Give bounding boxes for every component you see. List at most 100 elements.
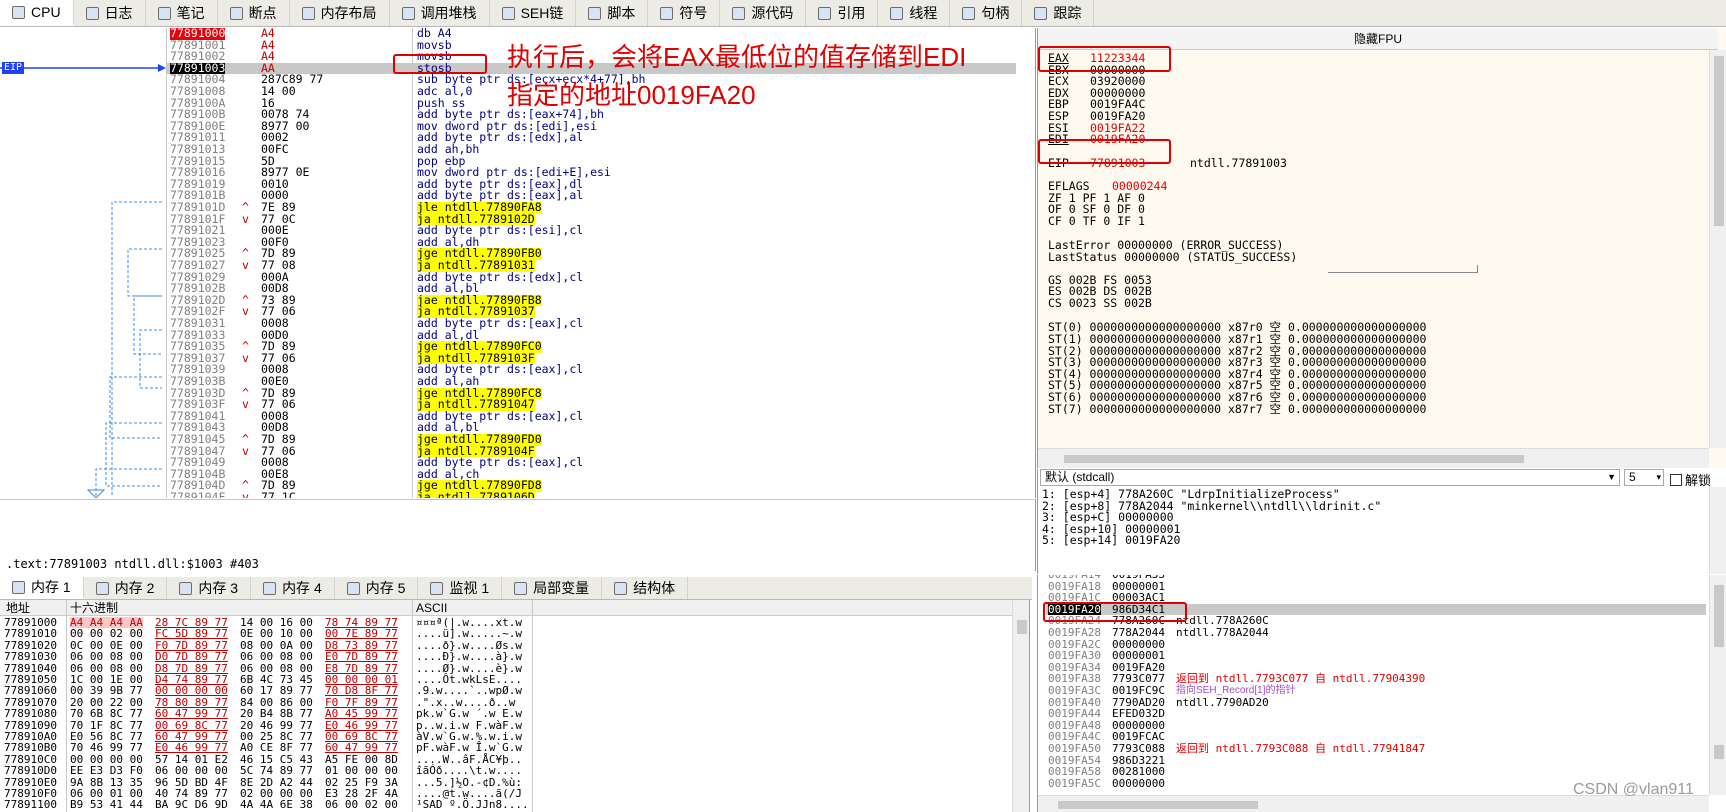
last-status: LastStatus 00000000 (STATUS_SUCCESS): [1048, 249, 1298, 264]
cpu-icon: [12, 5, 25, 19]
disasm-row[interactable]: 77891039 0008 add byte ptr ds:[eax],cl: [166, 364, 1016, 376]
memory-row[interactable]: 77891100 B9 53 41 44 BA 9C D6 9D 4A 4A 6E 3…: [0, 798, 1010, 812]
tab-top_tabs-3[interactable]: 断点: [218, 0, 290, 26]
param-count-spinner[interactable]: 5 ▾: [1624, 469, 1664, 486]
disasm-row[interactable]: 77891011 0002 add byte ptr ds:[edx],al: [166, 132, 1016, 144]
memory-hex-group: 4A 4A 6E 38: [240, 798, 313, 812]
disasm-row[interactable]: 77891019 0010 add byte ptr ds:[eax],dl: [166, 178, 1016, 191]
stack-address: 0019FA5C: [1048, 776, 1101, 790]
tab-top_tabs-2[interactable]: 笔记: [146, 0, 218, 26]
stack-top-highlight-box: [1043, 602, 1187, 622]
tab-label: 内存 1: [31, 579, 71, 595]
stack-address: 0019FA28: [1048, 626, 1101, 639]
symbols-icon: [660, 6, 674, 20]
tab-top_tabs-0[interactable]: CPU: [0, 0, 74, 26]
tab-mem_tabs-7[interactable]: 结构体: [602, 577, 689, 599]
disasm-row[interactable]: 77891000 A4 db A4: [166, 28, 1016, 40]
regs-h-scrollbar[interactable]: [1038, 448, 1709, 468]
tab-label: 局部变量: [533, 580, 590, 596]
tab-mem_tabs-4[interactable]: 内存 5: [335, 577, 419, 599]
seh-icon: [501, 6, 515, 20]
tab-mem_tabs-1[interactable]: 内存 2: [84, 577, 168, 599]
watermark: CSDN @vlan911: [1573, 781, 1694, 798]
tab-top_tabs-13[interactable]: 跟踪: [1022, 0, 1095, 26]
memory-hex-group: 06 00 08 00: [240, 650, 313, 664]
header-address: 地址: [6, 601, 31, 615]
tab-top_tabs-7[interactable]: 脚本: [576, 0, 649, 26]
memory-v-scrollbar[interactable]: [1012, 600, 1029, 812]
tab-label: 源代码: [751, 5, 794, 21]
disasm-row[interactable]: 7789101F v 77 0C ja ntdll.7789102D: [166, 211, 1016, 226]
register-eflags[interactable]: EFLAGS 00000244: [1048, 180, 1167, 192]
tab-label: 脚本: [607, 5, 636, 21]
tab-mem_tabs-5[interactable]: 监视 1: [418, 577, 503, 599]
disasm-row[interactable]: 7789104F v 77 1C ja ntdll.7789106D: [166, 490, 1016, 498]
tab-label: 内存 3: [198, 580, 239, 596]
disassembly-pane[interactable]: EIP 77891000 A4 db A4 77891001 A4 movsb 778910…: [0, 28, 1036, 498]
memory-hex-group: 06 00 08 00: [70, 650, 143, 664]
disasm-row[interactable]: 77891021 000E add byte ptr ds:[esi],cl: [166, 225, 1016, 237]
registers-pane[interactable]: 隐藏FPU EAX 11223344 EBX 00000000 ECX 03920000 E…: [1037, 28, 1726, 468]
unlock-checkbox[interactable]: 解锁: [1670, 470, 1711, 489]
memory-dump-pane[interactable]: 地址 十六进制 ASCII 77891000 A4 A4 A4 AA 28 7C 8…: [0, 600, 1030, 812]
tab-mem_tabs-3[interactable]: 内存 4: [251, 577, 335, 599]
jump-lines: [0, 64, 166, 498]
disasm-row[interactable]: 77891013 00FC add ah,bh: [166, 143, 1016, 156]
stack-row[interactable]: 0019FA3C 0019FC9C 指向SEH_Record[1]的指针: [1046, 685, 1706, 697]
disasm-row[interactable]: 77891027 v 77 08 ja ntdll.77891031: [166, 259, 1016, 272]
tab-top_tabs-4[interactable]: 内存布局: [290, 0, 390, 26]
tab-top_tabs-9[interactable]: 源代码: [720, 0, 807, 26]
tab-mem_tabs-0[interactable]: 内存 1: [0, 577, 84, 599]
edi-highlight-box: [1038, 139, 1171, 164]
param-row[interactable]: 5: [esp+14] 0019FA20: [1042, 534, 1180, 546]
memory-row[interactable]: 77891030 06 00 08 00 D0 7D 89 77 06 00 08 0…: [0, 650, 1010, 664]
script-icon: [588, 6, 602, 20]
stack-row[interactable]: 0019FA50 7793C088 返回到 ntdll.7793C088 自 ntd…: [1046, 743, 1706, 755]
tab-mem_tabs-6[interactable]: 局部变量: [502, 577, 603, 599]
segment-line[interactable]: CS 0023 SS 002B: [1048, 297, 1152, 309]
register-comment: ntdll.77891003: [1190, 155, 1287, 170]
tab-label: 线程: [909, 5, 938, 21]
references-icon: [818, 6, 832, 20]
stack-comment: ntdll.778A2044: [1176, 626, 1269, 639]
stack-row[interactable]: 0019FA28 778A2044 ntdll.778A2044: [1046, 627, 1706, 639]
tab-top_tabs-1[interactable]: 日志: [74, 0, 146, 26]
breakpoint-icon: [229, 6, 243, 20]
stack-v-scrollbar[interactable]: [1709, 575, 1726, 795]
disasm-row[interactable]: 77891031 0008 add byte ptr ds:[eax],cl: [166, 317, 1016, 330]
disasm-row[interactable]: 77891047 v 77 06 ja ntdll.7789104F: [166, 445, 1016, 458]
flags-line[interactable]: CF 0 TF 0 IF 1: [1048, 215, 1145, 227]
jump-direction-icon: v: [242, 211, 249, 226]
tab-top_tabs-5[interactable]: 调用堆栈: [390, 0, 490, 26]
disasm-bytes: 77 1C: [261, 490, 296, 498]
disasm-row[interactable]: 77891041 0008 add byte ptr ds:[eax],cl: [166, 410, 1016, 423]
handles-icon: [962, 6, 976, 20]
disasm-row[interactable]: 7789103F v 77 06 ja ntdll.77891047: [166, 399, 1016, 411]
memory-ascii: ¹SAD º.Ö.JJn8....: [416, 798, 529, 812]
tab-top_tabs-8[interactable]: 符号: [648, 0, 721, 26]
tab-top_tabs-11[interactable]: 线程: [878, 0, 951, 26]
memory-row[interactable]: 778910D0 EE E3 D3 F0 06 00 00 00 5C 74 89 7…: [0, 765, 1010, 777]
calling-convention-select[interactable]: 默认 (stdcall) ▼: [1040, 469, 1620, 486]
eax-highlight-box: [1038, 46, 1171, 72]
tab-top_tabs-6[interactable]: SEH链: [490, 0, 577, 26]
disasm-row[interactable]: 7789102F v 77 06 ja ntdll.77891037: [166, 306, 1016, 318]
tab-mem_tabs-2[interactable]: 内存 3: [167, 577, 252, 599]
tab-top_tabs-10[interactable]: 引用: [806, 0, 879, 26]
disasm-row[interactable]: 77891049 0008 add byte ptr ds:[eax],cl: [166, 457, 1016, 469]
memory-hex-group: BA 9C D6 9D: [155, 798, 228, 812]
tab-label: 引用: [837, 5, 866, 21]
annotation-line-1: 执行后，会将EAX最低位的值存储到EDI: [507, 42, 967, 72]
disasm-row[interactable]: 77891016 8977 0E mov dword ptr ds:[edi+E],…: [166, 167, 1016, 179]
regs-v-scrollbar[interactable]: [1709, 50, 1726, 448]
stack-value: 0019FC9C: [1112, 684, 1165, 697]
tab-top_tabs-12[interactable]: 句柄: [950, 0, 1023, 26]
disasm-row[interactable]: 7789100E 8977 00 mov dword ptr ds:[edi],es…: [166, 120, 1016, 133]
stack-pane[interactable]: 0019FA140019FA330019FA18000000010019FA1C…: [1037, 575, 1726, 812]
params-v-scrollbar[interactable]: [1709, 487, 1726, 574]
disasm-row[interactable]: 77891037 v 77 06 ja ntdll.7789103F: [166, 352, 1016, 365]
disasm-row[interactable]: 77891029 000A add byte ptr ds:[edx],cl: [166, 271, 1016, 284]
memory-hex-group: 70 6B 8C 77: [70, 707, 143, 721]
memory-row[interactable]: 77891080 70 6B 8C 77 60 47 99 77 20 B4 8B 7…: [0, 707, 1010, 721]
fpu-register[interactable]: ST(7) 0000000000000000000 x87r7 空 0.0000…: [1048, 403, 1426, 415]
